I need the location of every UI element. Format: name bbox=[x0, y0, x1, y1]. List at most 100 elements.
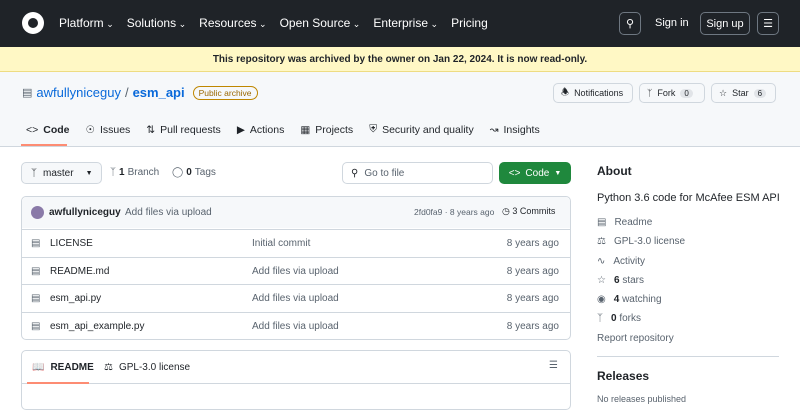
readme-tab[interactable]: 📖 README bbox=[32, 362, 94, 373]
commits-link[interactable]: ◷ 3 Commits bbox=[502, 206, 555, 217]
tab-label: Pull requests bbox=[160, 123, 221, 136]
menu-icon[interactable]: ☰ bbox=[757, 12, 779, 35]
tab-insights[interactable]: ↝ Insights bbox=[490, 123, 540, 136]
sign-up-button[interactable]: Sign up bbox=[700, 12, 750, 35]
nav-pricing[interactable]: Pricing bbox=[451, 16, 488, 30]
code-icon: <> bbox=[26, 123, 39, 136]
archive-banner: This repository was archived by the owne… bbox=[0, 47, 800, 72]
file-icon: ▤ bbox=[31, 320, 41, 332]
history-icon: ◷ bbox=[502, 206, 510, 216]
pull-request-icon: ⇅ bbox=[146, 123, 156, 136]
github-logo-icon[interactable] bbox=[22, 12, 44, 34]
file-row[interactable]: ▤ LICENSE Initial commit 8 years ago bbox=[21, 229, 571, 256]
public-archive-badge: Public archive bbox=[192, 85, 258, 100]
sign-in-link[interactable]: Sign in bbox=[655, 17, 689, 29]
tags-link[interactable]: ◯ 0 Tags bbox=[172, 167, 216, 178]
file-commit-message[interactable]: Add files via upload bbox=[252, 321, 339, 332]
file-age: 8 years ago bbox=[506, 265, 559, 277]
watching-link[interactable]: ◉ 4 watching bbox=[597, 294, 662, 305]
branch-name: master bbox=[43, 167, 74, 179]
nav-enterprise[interactable]: Enterprise bbox=[373, 16, 438, 30]
stars-link[interactable]: ☆ 6 stars bbox=[597, 275, 644, 286]
commit-message[interactable]: Add files via upload bbox=[125, 207, 212, 218]
branch-icon: ᛉ bbox=[110, 167, 116, 178]
star-count: 6 bbox=[753, 88, 767, 98]
license-link[interactable]: ⚖ GPL-3.0 license bbox=[597, 236, 685, 247]
outline-menu-icon[interactable]: ☰ bbox=[549, 360, 558, 371]
activity-link[interactable]: ∿ Activity bbox=[597, 256, 645, 267]
tab-actions[interactable]: ▶ Actions bbox=[237, 123, 285, 136]
file-commit-message[interactable]: Initial commit bbox=[252, 238, 310, 249]
active-tab-underline bbox=[27, 382, 89, 384]
branch-icon: ᛉ bbox=[31, 167, 37, 179]
readme-link[interactable]: ▤ Readme bbox=[597, 217, 652, 228]
repo-owner-link[interactable]: awfullyniceguy bbox=[36, 85, 121, 100]
file-name-link[interactable]: README.md bbox=[50, 266, 109, 277]
file-name-link[interactable]: esm_api.py bbox=[50, 293, 101, 304]
nav-solutions[interactable]: Solutions bbox=[127, 16, 186, 30]
tab-label: Security and quality bbox=[382, 123, 474, 136]
fork-label: Fork bbox=[657, 88, 676, 98]
releases-heading[interactable]: Releases bbox=[597, 369, 649, 383]
readme-box: 📖 README ⚖ GPL-3.0 license ☰ bbox=[21, 350, 571, 410]
file-icon: ▤ bbox=[31, 238, 41, 249]
file-row[interactable]: ▤ esm_api_example.py Add files via uploa… bbox=[21, 311, 571, 339]
file-commit-message[interactable]: Add files via upload bbox=[252, 293, 339, 304]
repo-icon: ▤ bbox=[22, 87, 33, 99]
no-releases-text: No releases published bbox=[597, 394, 687, 404]
shield-icon: ⛨ bbox=[369, 123, 378, 135]
code-button[interactable]: <> Code ▼ bbox=[499, 162, 571, 184]
book-icon: ▤ bbox=[597, 217, 607, 228]
avatar[interactable] bbox=[31, 206, 44, 219]
file-name-link[interactable]: esm_api_example.py bbox=[50, 321, 145, 332]
tab-code[interactable]: <> Code bbox=[26, 123, 70, 136]
nav-platform[interactable]: Platform bbox=[59, 16, 114, 30]
tab-issues[interactable]: ☉ Issues bbox=[86, 123, 131, 136]
commit-author[interactable]: awfullyniceguy bbox=[49, 207, 121, 218]
file-age: 8 years ago bbox=[506, 293, 559, 304]
tab-label: Insights bbox=[503, 123, 540, 136]
fork-count: 0 bbox=[680, 88, 693, 98]
license-tab[interactable]: ⚖ GPL-3.0 license bbox=[104, 362, 190, 373]
report-repository-link[interactable]: Report repository bbox=[597, 333, 674, 344]
tab-label: Actions bbox=[249, 123, 285, 136]
forks-link[interactable]: ᛉ0 forks bbox=[597, 313, 641, 324]
book-icon: 📖 bbox=[32, 362, 45, 373]
tab-projects[interactable]: ▦ Projects bbox=[300, 123, 353, 136]
search-icon: ⚲ bbox=[351, 167, 359, 179]
notifications-button[interactable]: 🕭 Notifications bbox=[553, 83, 633, 103]
file-row[interactable]: ▤ README.md Add files via upload 8 years… bbox=[21, 256, 571, 284]
go-to-file-input[interactable]: ⚲ Go to file bbox=[342, 162, 493, 184]
fork-button[interactable]: ᛉ Fork 0 bbox=[639, 83, 705, 103]
branch-select[interactable]: ᛉ master ▼ bbox=[21, 162, 102, 184]
file-row[interactable]: ▤ esm_api.py Add files via upload 8 year… bbox=[21, 284, 571, 311]
eye-icon: ◉ bbox=[597, 294, 606, 305]
nav-open-source[interactable]: Open Source bbox=[280, 16, 361, 30]
commit-hash[interactable]: 2fd0fa9 · 8 years ago bbox=[414, 207, 494, 217]
about-heading: About bbox=[597, 164, 632, 178]
file-name-link[interactable]: LICENSE bbox=[50, 238, 93, 249]
star-button[interactable]: ☆ Star 6 bbox=[711, 83, 776, 103]
branches-link[interactable]: ᛉ 1 Branch bbox=[110, 167, 159, 178]
repo-tabs: <> Code ☉ Issues ⇅ Pull requests ▶ Actions ▦… bbox=[26, 123, 540, 136]
search-icon[interactable]: ⚲ bbox=[619, 12, 641, 35]
caret-down-icon: ▼ bbox=[554, 169, 562, 177]
issue-icon: ☉ bbox=[85, 123, 95, 136]
file-icon: ▤ bbox=[31, 265, 41, 277]
file-icon: ▤ bbox=[31, 293, 41, 304]
fork-icon: ᛉ bbox=[647, 88, 653, 98]
nav-resources[interactable]: Resources bbox=[199, 16, 266, 30]
repo-title: ▤ awfullyniceguy / esm_api Public archiv… bbox=[22, 85, 258, 100]
star-icon: ☆ bbox=[719, 87, 728, 98]
file-commit-message[interactable]: Add files via upload bbox=[252, 266, 339, 277]
tab-label: Projects bbox=[315, 123, 354, 136]
file-age: 8 years ago bbox=[506, 238, 559, 249]
top-header: Platform Solutions Resources Open Source… bbox=[0, 0, 800, 47]
active-tab-underline bbox=[21, 144, 67, 146]
tags-label: Tags bbox=[194, 167, 216, 178]
repo-name-link[interactable]: esm_api bbox=[133, 85, 185, 100]
bell-icon: 🕭 bbox=[561, 87, 570, 97]
star-icon: ☆ bbox=[597, 275, 606, 286]
tab-pull-requests[interactable]: ⇅ Pull requests bbox=[146, 123, 221, 136]
tab-security[interactable]: ⛨ Security and quality bbox=[369, 123, 474, 136]
